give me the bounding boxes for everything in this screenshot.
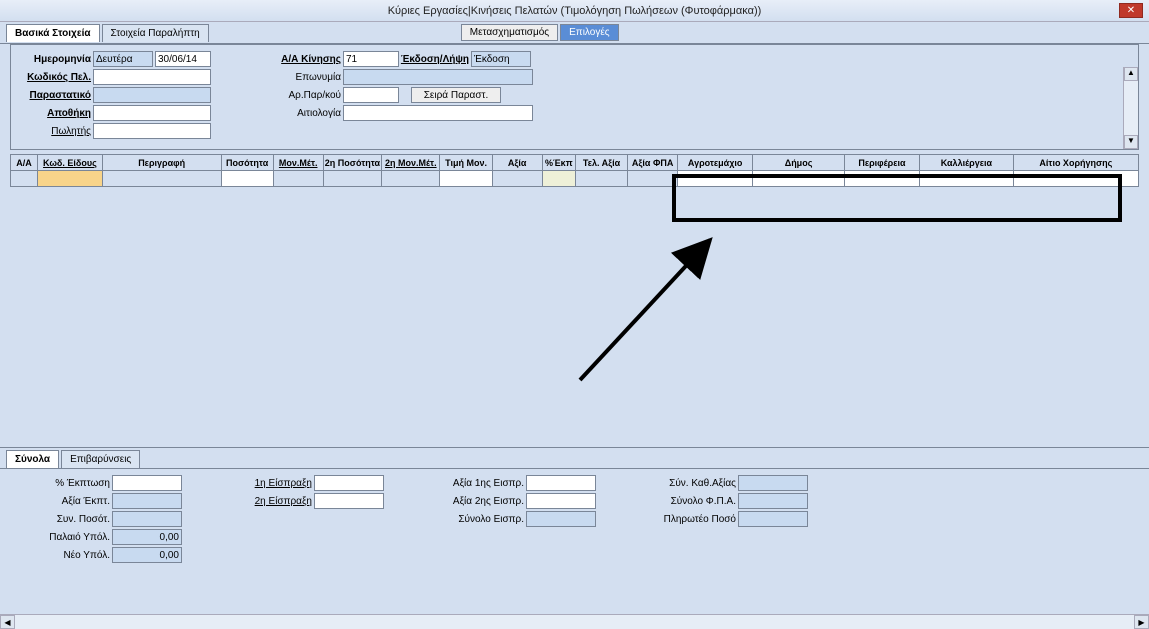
lbl-disc-val: Αξία Έκπτ. bbox=[40, 496, 110, 507]
cell-muni[interactable] bbox=[753, 171, 845, 187]
lbl-old-bal: Παλαιό Υπόλ. bbox=[40, 532, 110, 543]
lbl-reason: Αιτιολογία bbox=[271, 108, 341, 119]
tab-charges[interactable]: Επιβαρύνσεις bbox=[61, 450, 140, 468]
window-title: Κύριες Εργασίες|Κινήσεις Πελατών (Τιμολό… bbox=[388, 5, 762, 17]
lbl-seller: Πωλητής bbox=[21, 126, 91, 137]
col-crop[interactable]: Καλλιέργεια bbox=[919, 155, 1013, 171]
scroll-left-icon[interactable]: ◀ bbox=[0, 615, 15, 629]
col-code[interactable]: Κωδ. Είδους bbox=[38, 155, 103, 171]
col-plot[interactable]: Αγροτεμάχιο bbox=[678, 155, 753, 171]
totals-panel: Σύνολα Επιβαρύνσεις % Έκπτωση Αξία Έκπτ.… bbox=[0, 447, 1149, 569]
input-seller[interactable] bbox=[93, 123, 211, 139]
col-qty[interactable]: Ποσότητα bbox=[221, 155, 273, 171]
lbl-doc: Παραστατικό bbox=[21, 90, 91, 101]
lbl-pay1: 1η Είσπραξη bbox=[242, 478, 312, 489]
scroll-down-icon[interactable]: ▼ bbox=[1124, 135, 1138, 149]
input-pay1[interactable] bbox=[314, 475, 384, 491]
lbl-payable: Πληρωτέο Ποσό bbox=[656, 514, 736, 525]
cell-qty[interactable] bbox=[221, 171, 273, 187]
input-pay2[interactable] bbox=[314, 493, 384, 509]
lbl-sum-qty: Συν. Ποσότ. bbox=[40, 514, 110, 525]
input-warehouse[interactable] bbox=[93, 105, 211, 121]
close-button[interactable]: ✕ bbox=[1119, 3, 1143, 18]
form-scrollbar[interactable]: ▲ ▼ bbox=[1123, 67, 1138, 149]
btn-transform[interactable]: Μετασχηματισμός bbox=[461, 24, 558, 41]
lbl-customer-code: Κωδικός Πελ. bbox=[21, 72, 91, 83]
input-vat[interactable] bbox=[738, 493, 808, 509]
lbl-val1: Αξία 1ης Εισπρ. bbox=[444, 478, 524, 489]
input-receipt[interactable] bbox=[343, 87, 399, 103]
cell-crop[interactable] bbox=[919, 171, 1013, 187]
input-old-bal[interactable] bbox=[112, 529, 182, 545]
input-day[interactable] bbox=[93, 51, 153, 67]
input-sum-col[interactable] bbox=[526, 511, 596, 527]
tab-basic[interactable]: Βασικά Στοιχεία bbox=[6, 24, 100, 42]
input-doc[interactable] bbox=[93, 87, 211, 103]
col-unit[interactable]: Μον.Μέτ. bbox=[273, 155, 323, 171]
col-vat[interactable]: Αξία ΦΠΑ bbox=[628, 155, 678, 171]
input-net[interactable] bbox=[738, 475, 808, 491]
input-date[interactable] bbox=[155, 51, 211, 67]
input-val1[interactable] bbox=[526, 475, 596, 491]
main-tabs: Βασικά Στοιχεία Στοιχεία Παραλήπτη Μετασ… bbox=[0, 22, 1149, 44]
col-region[interactable]: Περιφέρεια bbox=[844, 155, 919, 171]
lbl-net: Σύν. Καθ.Αξίας bbox=[656, 478, 736, 489]
input-name[interactable] bbox=[343, 69, 533, 85]
tab-recipient[interactable]: Στοιχεία Παραλήπτη bbox=[102, 24, 209, 42]
input-disc-pct[interactable] bbox=[112, 475, 182, 491]
col-muni[interactable]: Δήμος bbox=[753, 155, 845, 171]
lbl-receipt: Αρ.Παρ/κού bbox=[271, 90, 341, 101]
input-customer-code[interactable] bbox=[93, 69, 211, 85]
lbl-vat: Σύνολο Φ.Π.Α. bbox=[656, 496, 736, 507]
form-panel: Ημερομηνία Κωδικός Πελ. Παραστατικό Αποθ… bbox=[10, 44, 1139, 150]
lbl-name: Επωνυμία bbox=[271, 72, 341, 83]
scroll-right-icon[interactable]: ▶ bbox=[1134, 615, 1149, 629]
lbl-disc-pct: % Έκπτωση bbox=[40, 478, 110, 489]
line-items-grid: Α/Α Κωδ. Είδους Περιγραφή Ποσότητα Μον.Μ… bbox=[10, 154, 1139, 187]
col-disc[interactable]: %Έκπ bbox=[542, 155, 575, 171]
table-row[interactable] bbox=[11, 171, 1139, 187]
input-payable[interactable] bbox=[738, 511, 808, 527]
lbl-val2: Αξία 2ης Εισπρ. bbox=[444, 496, 524, 507]
col-final[interactable]: Τελ. Αξία bbox=[575, 155, 627, 171]
lbl-issue: Έκδοση/Λήψη bbox=[399, 54, 469, 65]
tab-totals[interactable]: Σύνολα bbox=[6, 450, 59, 468]
btn-series[interactable]: Σειρά Παραστ. bbox=[411, 87, 501, 103]
col-unit2[interactable]: 2η Μον.Μέτ. bbox=[382, 155, 440, 171]
col-cause[interactable]: Αίτιο Χορήγησης bbox=[1013, 155, 1138, 171]
input-sum-qty[interactable] bbox=[112, 511, 182, 527]
input-val2[interactable] bbox=[526, 493, 596, 509]
input-disc-val[interactable] bbox=[112, 493, 182, 509]
horizontal-scrollbar[interactable]: ◀ ▶ bbox=[0, 614, 1149, 629]
input-reason[interactable] bbox=[343, 105, 533, 121]
cell-price[interactable] bbox=[440, 171, 492, 187]
input-new-bal[interactable] bbox=[112, 547, 182, 563]
input-issue[interactable] bbox=[471, 51, 531, 67]
col-qty2[interactable]: 2η Ποσότητα bbox=[323, 155, 381, 171]
cell-cause[interactable] bbox=[1013, 171, 1138, 187]
col-value[interactable]: Αξία bbox=[492, 155, 542, 171]
lbl-warehouse: Αποθήκη bbox=[21, 108, 91, 119]
cell-disc[interactable] bbox=[542, 171, 575, 187]
lbl-pay2: 2η Είσπραξη bbox=[242, 496, 312, 507]
titlebar: Κύριες Εργασίες|Κινήσεις Πελατών (Τιμολό… bbox=[0, 0, 1149, 22]
cell-plot[interactable] bbox=[678, 171, 753, 187]
lbl-date: Ημερομηνία bbox=[21, 54, 91, 65]
col-price[interactable]: Τιμή Μον. bbox=[440, 155, 492, 171]
cell-code[interactable] bbox=[38, 171, 103, 187]
cell-region[interactable] bbox=[844, 171, 919, 187]
lbl-aa: Α/Α Κίνησης bbox=[271, 54, 341, 65]
btn-options[interactable]: Επιλογές bbox=[560, 24, 618, 41]
lbl-sum-col: Σύνολο Εισπρ. bbox=[444, 514, 524, 525]
scroll-up-icon[interactable]: ▲ bbox=[1124, 67, 1138, 81]
input-aa[interactable] bbox=[343, 51, 399, 67]
lbl-new-bal: Νέο Υπόλ. bbox=[40, 550, 110, 561]
col-aa[interactable]: Α/Α bbox=[11, 155, 38, 171]
col-desc[interactable]: Περιγραφή bbox=[102, 155, 221, 171]
